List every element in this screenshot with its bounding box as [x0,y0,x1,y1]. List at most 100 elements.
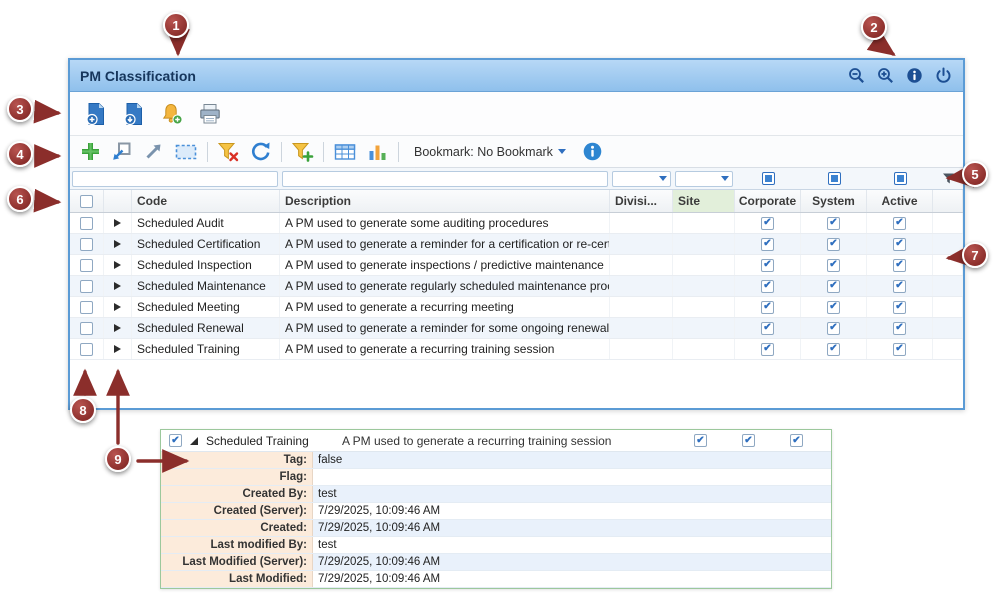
callout-4: 4 [7,141,33,167]
row-checkbox[interactable] [80,280,93,293]
detail-row-checkbox[interactable] [169,434,182,447]
bookmark-label: Bookmark: No Bookmark [414,145,553,159]
expand-row-icon[interactable] [114,261,121,269]
detail-system-checkbox[interactable] [742,434,755,447]
row-checkbox[interactable] [80,301,93,314]
detail-corporate-checkbox[interactable] [694,434,707,447]
clear-filter-button[interactable] [217,141,240,163]
row-checkbox[interactable] [80,217,93,230]
row-active-checkbox[interactable] [893,217,906,230]
row-system-checkbox[interactable] [827,322,840,335]
info-button[interactable] [904,66,924,86]
row-corporate-checkbox[interactable] [761,343,774,356]
toolbar-info-button[interactable] [583,142,602,161]
detail-field-value: 7/29/2025, 10:09:46 AM [313,554,831,570]
column-header-corporate[interactable]: Corporate [735,190,801,212]
callout-number: 9 [114,452,121,467]
select-all-checkbox[interactable] [80,195,93,208]
table-row[interactable]: Scheduled TrainingA PM used to generate … [70,339,963,360]
row-corporate-checkbox[interactable] [761,280,774,293]
open-record-button[interactable] [142,140,165,163]
print-button[interactable] [198,102,222,126]
column-header-active[interactable]: Active [867,190,933,212]
row-active-checkbox[interactable] [893,343,906,356]
row-system-checkbox[interactable] [827,238,840,251]
document-export-button[interactable] [122,102,146,126]
callout-number: 1 [172,18,179,33]
active-filter-checkbox[interactable] [894,172,907,185]
row-active-checkbox[interactable] [893,322,906,335]
row-active-checkbox[interactable] [893,301,906,314]
row-checkbox[interactable] [80,322,93,335]
site-filter-dropdown[interactable] [675,171,733,187]
expand-row-icon[interactable] [114,282,121,290]
corporate-filter-checkbox[interactable] [762,172,775,185]
row-active-checkbox[interactable] [893,259,906,272]
table-row[interactable]: Scheduled AuditA PM used to generate som… [70,213,963,234]
alert-add-button[interactable] [160,102,184,126]
filter-menu-button[interactable] [933,168,963,189]
toolbar-separator [207,142,208,162]
collapse-row-icon[interactable] [190,437,198,445]
zoom-out-icon [848,67,865,84]
row-corporate-cell [735,339,801,359]
column-header-system[interactable]: System [801,190,867,212]
document-add-button[interactable] [84,102,108,126]
table-row[interactable]: Scheduled MeetingA PM used to generate a… [70,297,963,318]
table-body: Scheduled AuditA PM used to generate som… [70,213,963,360]
add-filter-button[interactable] [291,141,314,163]
selection-box-icon [174,141,198,163]
row-corporate-checkbox[interactable] [761,259,774,272]
table-row[interactable]: Scheduled RenewalA PM used to generate a… [70,318,963,339]
row-checkbox[interactable] [80,259,93,272]
marquee-select-button[interactable] [174,141,198,163]
division-filter-dropdown[interactable] [612,171,671,187]
callout-1: 1 [163,12,189,38]
detail-active-checkbox[interactable] [790,434,803,447]
column-header-division[interactable]: Divisi... [610,190,673,212]
expand-row-icon[interactable] [114,324,121,332]
code-filter-input[interactable] [72,171,278,187]
table-row[interactable]: Scheduled MaintenanceA PM used to genera… [70,276,963,297]
detach-button[interactable] [110,140,133,163]
column-header-description[interactable]: Description [280,190,610,212]
table-row[interactable]: Scheduled InspectionA PM used to generat… [70,255,963,276]
detail-header-row[interactable]: Scheduled Training A PM used to generate… [161,430,831,452]
row-checkbox-cell [70,213,104,233]
row-system-checkbox[interactable] [827,301,840,314]
table-row[interactable]: Scheduled CertificationA PM used to gene… [70,234,963,255]
grid-view-button[interactable] [333,141,357,163]
row-checkbox[interactable] [80,238,93,251]
row-system-checkbox[interactable] [827,217,840,230]
add-record-button[interactable] [80,141,101,162]
sign-out-button[interactable] [933,66,953,86]
row-corporate-checkbox[interactable] [761,217,774,230]
column-header-code[interactable]: Code [132,190,280,212]
callout-9: 9 [105,446,131,472]
row-corporate-cell [735,234,801,254]
info-icon [906,67,923,84]
grid-toolbar: Bookmark: No Bookmark [70,136,963,168]
row-spacer [933,297,963,317]
refresh-button[interactable] [249,140,272,163]
row-system-checkbox[interactable] [827,343,840,356]
row-active-checkbox[interactable] [893,280,906,293]
column-header-site[interactable]: Site [673,190,735,212]
row-system-checkbox[interactable] [827,280,840,293]
expand-row-icon[interactable] [114,345,121,353]
row-active-checkbox[interactable] [893,238,906,251]
row-checkbox[interactable] [80,343,93,356]
expand-row-icon[interactable] [114,240,121,248]
zoom-in-button[interactable] [875,66,895,86]
row-corporate-checkbox[interactable] [761,322,774,335]
row-corporate-checkbox[interactable] [761,301,774,314]
description-filter-input[interactable] [282,171,608,187]
chart-view-button[interactable] [366,141,389,163]
expand-row-icon[interactable] [114,219,121,227]
expand-row-icon[interactable] [114,303,121,311]
row-system-checkbox[interactable] [827,259,840,272]
row-corporate-checkbox[interactable] [761,238,774,251]
zoom-out-button[interactable] [846,66,866,86]
system-filter-checkbox[interactable] [828,172,841,185]
bookmark-dropdown[interactable]: Bookmark: No Bookmark [414,145,566,159]
